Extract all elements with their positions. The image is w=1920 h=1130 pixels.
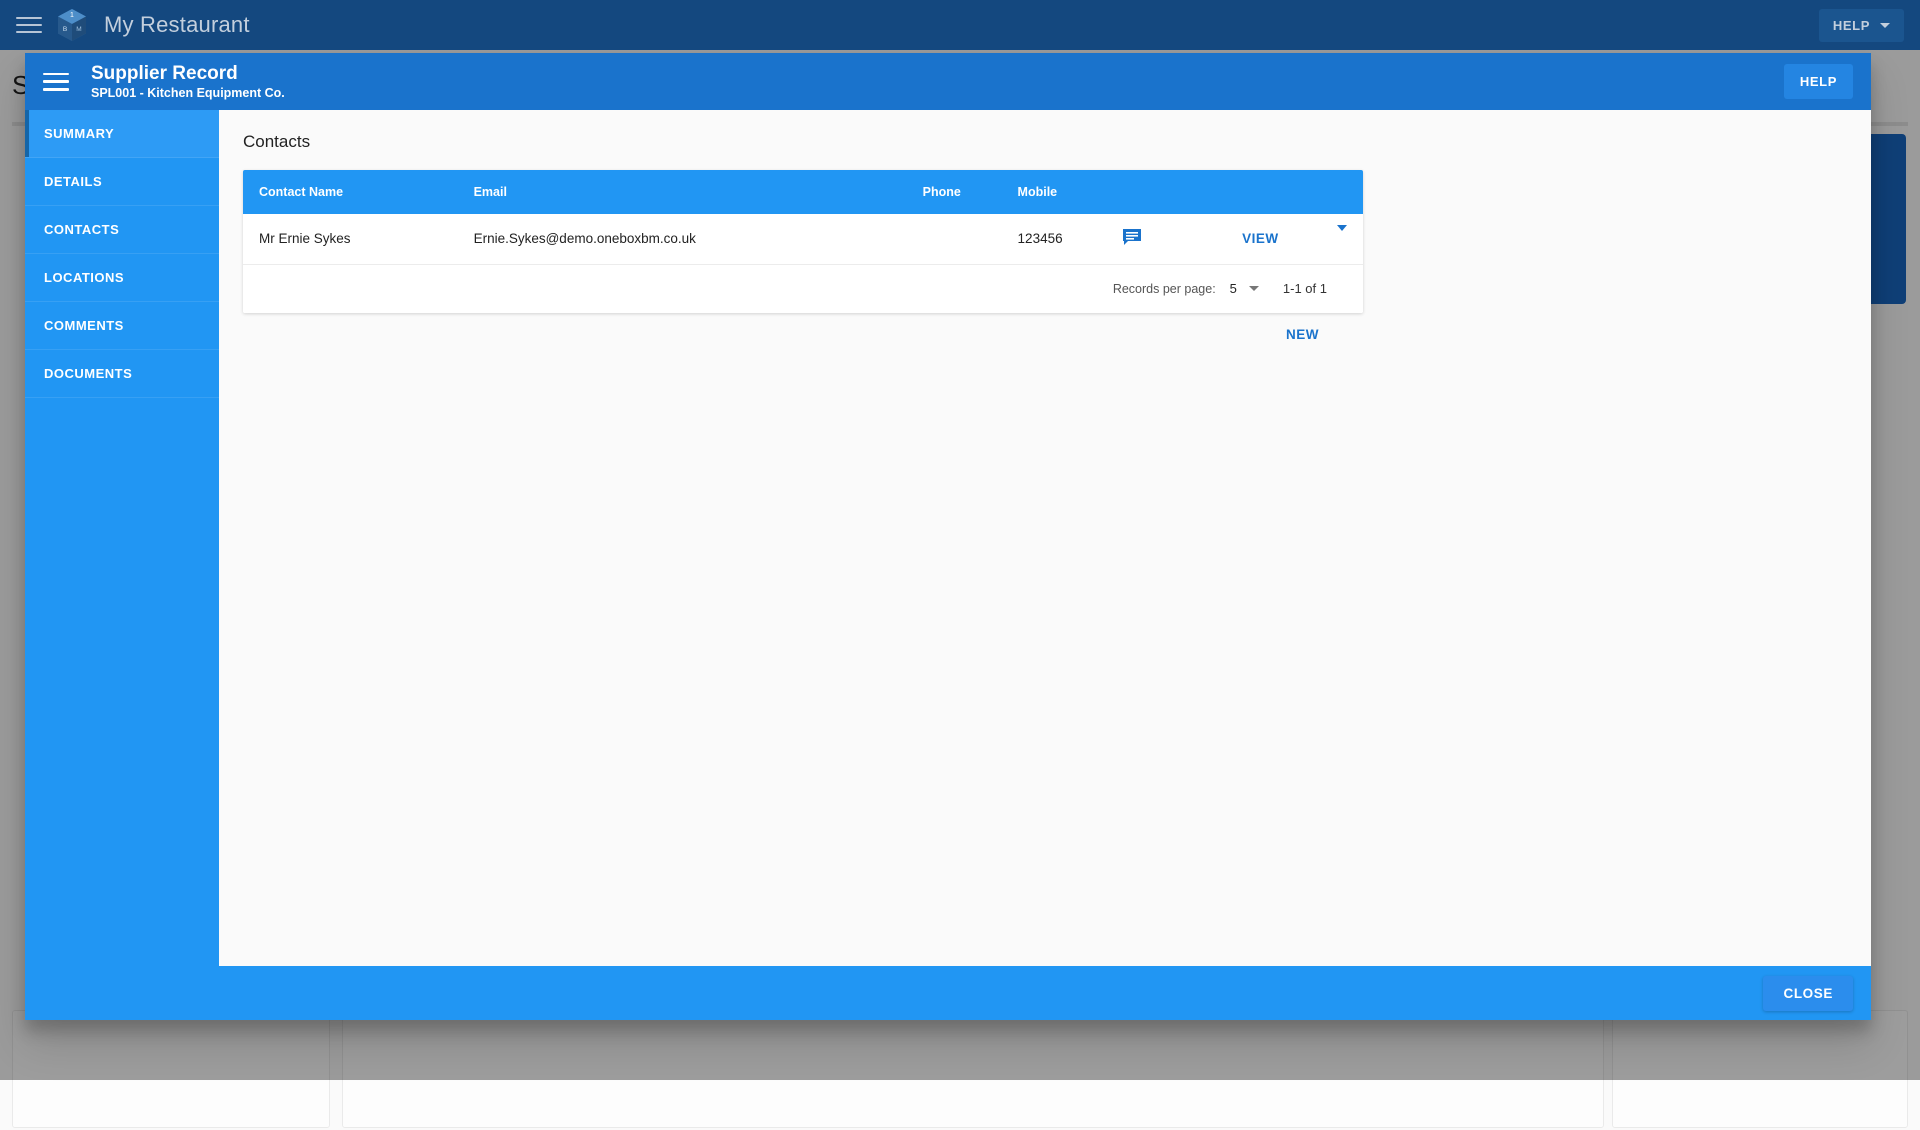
view-button[interactable]: VIEW xyxy=(1242,231,1279,246)
app-title: My Restaurant xyxy=(104,12,250,37)
contacts-table-header: Contact Name Email Phone Mobile xyxy=(243,170,1363,214)
dialog-header: Supplier Record SPL001 - Kitchen Equipme… xyxy=(25,53,1871,110)
sidebar-item-label: SUMMARY xyxy=(44,126,115,141)
column-header-action xyxy=(1226,170,1321,214)
dialog-body: SUMMARY DETAILS CONTACTS LOCATIONS COMME… xyxy=(25,110,1871,966)
records-per-page-value: 5 xyxy=(1229,281,1237,296)
dialog-hamburger-menu-icon[interactable] xyxy=(43,72,69,91)
column-header-contact-name[interactable]: Contact Name xyxy=(243,170,458,214)
records-per-page-label: Records per page: xyxy=(1112,281,1216,296)
column-header-mobile[interactable]: Mobile xyxy=(1002,170,1107,214)
sidebar-item-locations[interactable]: LOCATIONS xyxy=(25,254,219,302)
contacts-table-card: Contact Name Email Phone Mobile Mr Ernie… xyxy=(243,170,1363,313)
dialog-content: Contacts Contact Name Email Phone Mobile xyxy=(219,110,1871,966)
dialog-sidebar: SUMMARY DETAILS CONTACTS LOCATIONS COMME… xyxy=(25,110,219,966)
column-header-expand xyxy=(1321,170,1363,214)
svg-text:B: B xyxy=(63,26,67,33)
dialog-help-button[interactable]: HELP xyxy=(1783,64,1853,99)
table-row[interactable]: Mr Ernie Sykes Ernie.Sykes@demo.oneboxbm… xyxy=(243,214,1363,264)
dialog-footer: CLOSE xyxy=(25,966,1871,1020)
cube-logo-icon: 1 B M xyxy=(56,8,88,42)
sidebar-item-label: DOCUMENTS xyxy=(44,366,133,381)
app-help-label: HELP xyxy=(1832,17,1870,33)
app-help-button[interactable]: HELP xyxy=(1818,8,1904,42)
app-bar: 1 B M My Restaurant HELP xyxy=(0,0,1920,50)
dialog-subtitle: SPL001 - Kitchen Equipment Co. xyxy=(91,85,285,100)
sidebar-item-summary[interactable]: SUMMARY xyxy=(25,110,219,158)
cell-action: VIEW xyxy=(1226,214,1321,264)
column-header-email[interactable]: Email xyxy=(458,170,907,214)
pagination-range-label: 1-1 of 1 xyxy=(1282,281,1327,296)
cell-phone xyxy=(907,214,1002,264)
hamburger-menu-icon[interactable] xyxy=(16,15,42,35)
dialog-title: Supplier Record xyxy=(91,62,238,84)
sidebar-item-label: DETAILS xyxy=(44,174,103,189)
sidebar-item-label: CONTACTS xyxy=(44,222,120,237)
comment-bubble-icon[interactable] xyxy=(1122,228,1142,246)
cell-email: Ernie.Sykes@demo.oneboxbm.co.uk xyxy=(473,231,696,247)
supplier-record-dialog: Supplier Record SPL001 - Kitchen Equipme… xyxy=(25,53,1871,1020)
sidebar-item-documents[interactable]: DOCUMENTS xyxy=(25,350,219,398)
close-button[interactable]: CLOSE xyxy=(1763,975,1853,1011)
new-contact-button[interactable]: NEW xyxy=(1286,327,1319,342)
cell-comment-icon xyxy=(1106,214,1226,264)
sidebar-item-comments[interactable]: COMMENTS xyxy=(25,302,219,350)
table-header-row: Contact Name Email Phone Mobile xyxy=(243,170,1363,214)
svg-text:M: M xyxy=(76,26,81,33)
sidebar-item-label: COMMENTS xyxy=(44,318,124,333)
contacts-table: Contact Name Email Phone Mobile Mr Ernie… xyxy=(243,170,1363,265)
chevron-down-icon xyxy=(1248,286,1259,291)
svg-text:1: 1 xyxy=(70,12,74,19)
dialog-title-block: Supplier Record SPL001 - Kitchen Equipme… xyxy=(91,63,285,101)
column-header-phone[interactable]: Phone xyxy=(907,170,1002,214)
cell-contact-name: Mr Ernie Sykes xyxy=(259,231,351,247)
chevron-down-icon[interactable] xyxy=(1336,225,1347,247)
chevron-down-icon xyxy=(1880,22,1890,28)
sidebar-item-details[interactable]: DETAILS xyxy=(25,158,219,206)
sidebar-item-contacts[interactable]: CONTACTS xyxy=(25,206,219,254)
cell-mobile: 123456 xyxy=(1017,231,1063,247)
contacts-table-body: Mr Ernie Sykes Ernie.Sykes@demo.oneboxbm… xyxy=(243,214,1363,264)
cell-expand xyxy=(1321,214,1363,264)
records-per-page-select[interactable]: 5 xyxy=(1230,281,1259,296)
section-title: Contacts xyxy=(243,132,311,151)
sidebar-item-label: LOCATIONS xyxy=(44,270,125,285)
new-button-row: NEW xyxy=(243,313,1363,342)
column-header-icon xyxy=(1106,170,1226,214)
table-pagination: Records per page: 5 1-1 of 1 xyxy=(243,264,1363,313)
